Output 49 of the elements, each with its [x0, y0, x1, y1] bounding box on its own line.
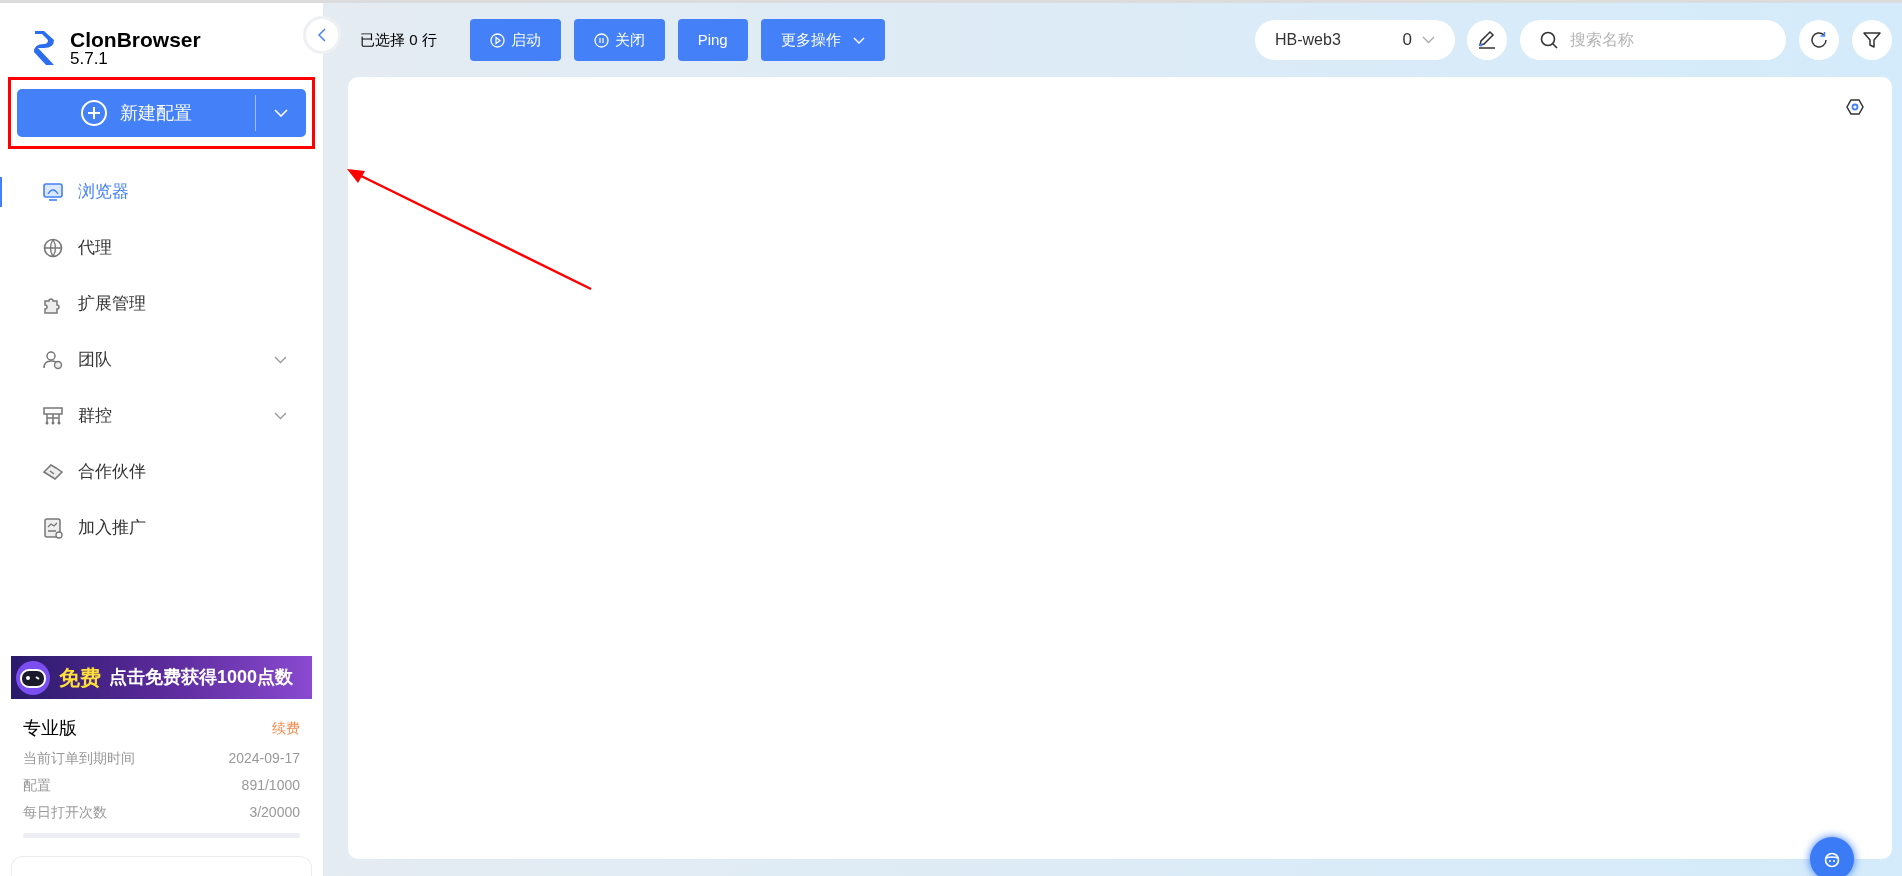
refresh-button[interactable]	[1799, 20, 1839, 60]
report-icon	[42, 517, 64, 539]
action-button[interactable]: Ping	[677, 19, 748, 61]
action-button[interactable]: 启动	[469, 19, 561, 61]
monitor-icon	[42, 181, 64, 203]
app-name: ClonBrowser	[70, 29, 201, 50]
group-count: 0	[1402, 29, 1412, 52]
nav-item[interactable]: 浏览器	[0, 171, 323, 213]
nav-item[interactable]: 加入推广	[0, 507, 323, 549]
chevron-left-icon	[318, 28, 326, 42]
robot-icon	[15, 659, 51, 696]
nav-item[interactable]: 合作伙伴	[0, 451, 323, 493]
globe-icon	[42, 237, 64, 259]
app-version: 5.7.1	[70, 50, 109, 67]
nav-item[interactable]: 团队	[0, 339, 323, 381]
search-icon	[1540, 31, 1558, 49]
plan-value: 2024-09-17	[228, 749, 300, 768]
chevron-down-icon[interactable]	[274, 109, 288, 117]
nav-item[interactable]: 代理	[0, 227, 323, 269]
action-button[interactable]: 关闭	[573, 19, 665, 61]
group-select[interactable]: HB-web3 0	[1255, 20, 1455, 60]
pencil-icon	[1477, 30, 1497, 50]
nav-item[interactable]: 群控	[0, 395, 323, 437]
promo-text: 点击免费获得1000点数	[109, 666, 294, 689]
chevron-down-icon	[852, 36, 865, 44]
refresh-icon	[1809, 30, 1829, 50]
selection-count: 已选择 0 行	[360, 29, 437, 50]
filter-icon	[1862, 30, 1882, 50]
nav-item[interactable]: 扩展管理	[0, 283, 323, 325]
plan-value: 891/1000	[241, 776, 300, 795]
new-config-button[interactable]: 新建配置	[17, 89, 306, 137]
promo-banner[interactable]: 免费 点击免费获得1000点数	[11, 656, 312, 699]
promo-title: 免费	[59, 664, 101, 691]
plan-label: 配置	[23, 776, 51, 795]
plan-label: 当前订单到期时间	[23, 749, 135, 768]
settings-icon[interactable]	[1846, 98, 1864, 116]
plan-value: 3/20000	[249, 803, 300, 822]
network-icon	[42, 405, 64, 427]
chevron-down-icon	[1422, 36, 1435, 44]
pause-circle-icon	[593, 32, 609, 48]
plan-name: 专业版	[23, 717, 77, 740]
edit-button[interactable]	[1467, 20, 1507, 60]
plus-circle-icon	[80, 99, 108, 127]
more-actions-button[interactable]: 更多操作	[760, 19, 885, 61]
play-circle-icon	[489, 32, 505, 48]
team-icon	[42, 349, 64, 371]
plan-label: 每日打开次数	[23, 803, 107, 822]
search-field[interactable]: 搜索名称	[1520, 20, 1786, 60]
filter-button[interactable]	[1852, 20, 1892, 60]
